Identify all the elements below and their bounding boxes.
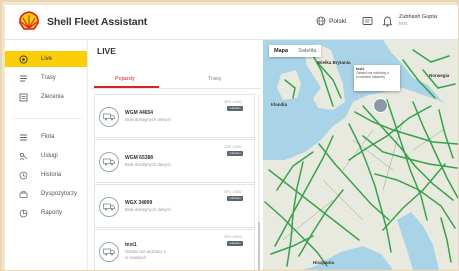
vehicle-plate: WGM 65388	[125, 155, 154, 161]
sidebar-item-label: Raporty	[41, 210, 63, 216]
orders-icon	[19, 93, 28, 101]
history-icon	[19, 171, 28, 179]
app-window: Shell Fleet Assistant Polski Zubhash Gup…	[5, 5, 458, 270]
vehicle-time: BFS 19402	[224, 145, 242, 149]
truck-icon	[99, 242, 119, 262]
sidebar-item-label: Trasy	[41, 75, 56, 81]
sidebar-item-uslugi[interactable]: Usługi	[5, 148, 87, 164]
language-selector[interactable]: Polski	[316, 16, 346, 26]
sidebar-item-label: Historia	[41, 172, 62, 178]
sidebar-item-label: Live	[41, 56, 53, 62]
map-label-spain: Hiszpania	[313, 260, 335, 265]
vehicle-card[interactable]: WGM 44654 Brak dostępnych danych BFS 194…	[94, 94, 255, 138]
services-icon	[19, 152, 28, 160]
status-badge: unknown	[227, 241, 243, 246]
vehicle-status: Brak dostępnych danych	[125, 162, 171, 167]
sidebar-item-label: Flota	[41, 134, 55, 140]
route-icon	[20, 75, 27, 81]
dispatchers-icon	[19, 190, 28, 198]
active-tab-indicator	[94, 86, 159, 88]
vehicle-card[interactable]: WGM 65388 Brak dostępnych danych BFS 194…	[94, 139, 255, 183]
tab-trasy[interactable]: Trasy	[208, 76, 222, 82]
truck-icon	[99, 152, 119, 172]
vehicle-status: Ostatni raz widziany o	[125, 249, 166, 254]
status-badge: unknown	[227, 196, 243, 201]
list-scrollbar[interactable]	[258, 94, 260, 270]
user-name: Zubhash Gupta	[399, 14, 437, 20]
sidebar-item-zlecenia[interactable]: Zlecenia	[5, 89, 87, 105]
truck-icon	[99, 107, 119, 127]
vehicle-list[interactable]: WGM 44654 Brak dostępnych danych BFS 194…	[94, 94, 256, 270]
scrollbar-thumb[interactable]	[258, 222, 260, 270]
reports-icon	[19, 209, 28, 217]
vehicle-status: Brak dostępnych danych	[125, 207, 171, 212]
truck-icon	[99, 197, 119, 217]
sidebar-item-raporty[interactable]: Raporty	[5, 205, 87, 221]
globe-icon	[316, 16, 326, 26]
page-title: LIVE	[97, 46, 116, 56]
screenshot-frame: Shell Fleet Assistant Polski Zubhash Gup…	[0, 0, 459, 271]
vehicle-plate: WGM 44654	[125, 110, 154, 116]
map-view[interactable]: Mapa Satelita Wielka Brytania Irlandia N…	[263, 40, 458, 270]
vehicle-plate: test1	[125, 242, 137, 248]
map-label-uk: Wielka Brytania	[317, 60, 351, 65]
user-menu[interactable]: Zubhash Gupta test	[399, 14, 437, 28]
status-badge: unknown	[227, 106, 243, 111]
sidebar-item-label: Zlecenia	[41, 94, 64, 100]
sidebar-item-label: Usługi	[41, 153, 58, 159]
map-type-satelita[interactable]: Satelita	[293, 45, 321, 57]
map-type-mapa[interactable]: Mapa	[269, 45, 293, 57]
vehicle-plate: WGX 34899	[125, 200, 153, 206]
vehicle-sub: w miastach	[125, 255, 146, 260]
language-label: Polski	[329, 17, 347, 25]
vehicle-card[interactable]: WGX 34899 Brak dostępnych danych BFS 194…	[94, 184, 255, 228]
sidebar-item-historia[interactable]: Historia	[5, 167, 87, 183]
shell-logo[interactable]	[18, 11, 40, 31]
vehicle-time: BFS 19402	[224, 100, 242, 104]
app-title: Shell Fleet Assistant	[47, 16, 148, 28]
tab-pojazdy[interactable]: Pojazdy	[115, 76, 135, 82]
sidebar-item-trasy[interactable]: Trasy	[5, 70, 87, 86]
tab-bar: Pojazdy Trasy	[91, 74, 261, 89]
sidebar-divider	[13, 118, 83, 119]
sidebar-item-dyspozytorzy[interactable]: Dyspozytorzy	[5, 186, 87, 202]
fleet-icon	[20, 134, 27, 140]
vehicle-time: BFS 19402	[224, 235, 242, 239]
sidebar-item-flota[interactable]: Flota	[5, 129, 87, 145]
top-header: Shell Fleet Assistant Polski Zubhash Gup…	[5, 5, 458, 40]
live-panel: LIVE Pojazdy Trasy WGM 44654 Brak dostęp…	[88, 40, 263, 270]
sidebar-item-live[interactable]: Live	[5, 51, 87, 67]
map-type-control[interactable]: Mapa Satelita	[269, 45, 322, 57]
sidebar-item-label: Dyspozytorzy	[41, 191, 78, 197]
status-badge: unknown	[227, 151, 243, 156]
map-label-norway: Norwegia	[429, 73, 450, 78]
vehicle-status: Brak dostępnych danych	[125, 117, 171, 122]
vehicle-card[interactable]: test1 Ostatni raz widziany o w miastach …	[94, 229, 255, 270]
sidebar: Live Trasy Zlecenia Flota Usługi Histori…	[5, 40, 88, 270]
bell-icon[interactable]	[381, 15, 394, 28]
user-sub: test	[399, 21, 408, 27]
popup-line2: w mieście ostatniej	[356, 75, 385, 79]
map-label-ireland: Irlandia	[271, 102, 288, 107]
map-info-popup[interactable]: test1 Ostatni raz widziany o w mieście o…	[354, 65, 400, 91]
vehicle-time: BFS 19402	[224, 190, 242, 194]
vehicle-map-marker[interactable]	[373, 98, 388, 113]
live-icon	[19, 54, 28, 64]
chat-icon[interactable]	[361, 15, 374, 28]
